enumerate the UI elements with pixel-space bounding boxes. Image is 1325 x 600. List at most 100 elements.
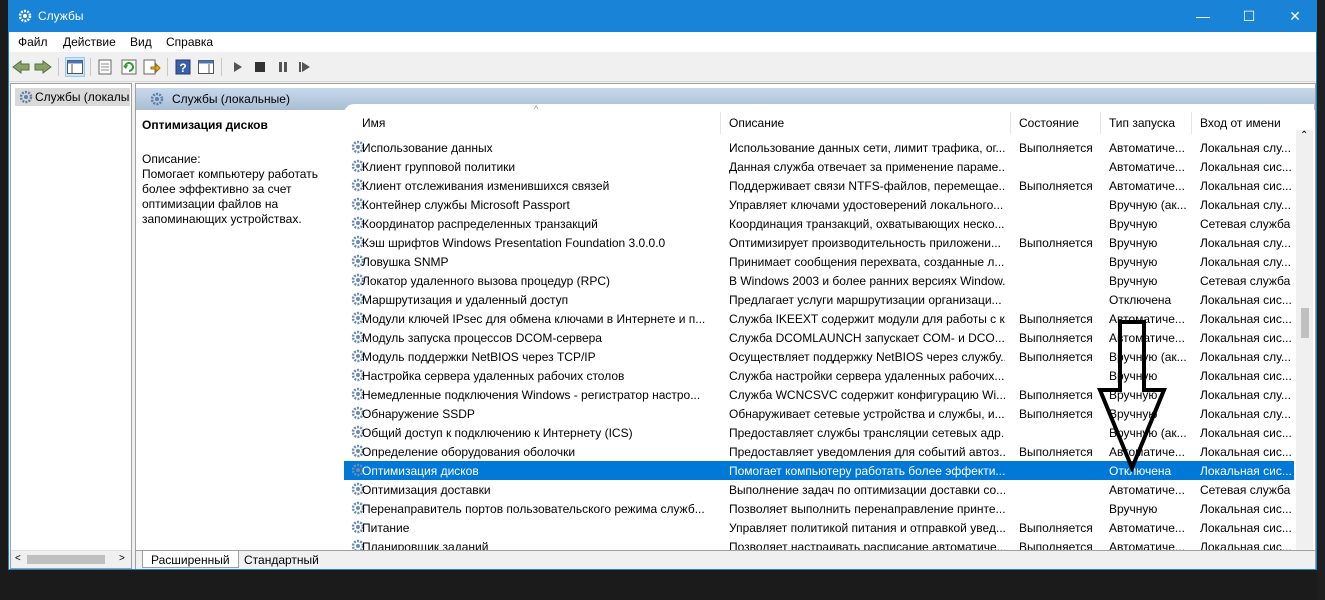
- console-tree-icon[interactable]: [65, 57, 85, 77]
- column-header-description[interactable]: Описание: [729, 116, 784, 132]
- export-list-icon[interactable]: [142, 57, 162, 77]
- service-startup-type: Отключена: [1109, 293, 1172, 307]
- service-row[interactable]: Перенаправитель портов пользовательского…: [344, 499, 1294, 518]
- service-row[interactable]: Маршрутизация и удаленный доступ Предлага…: [344, 290, 1294, 309]
- service-name: Оптимизация доставки: [362, 483, 491, 497]
- service-row[interactable]: Оптимизация доставки Выполнение задач по …: [344, 480, 1294, 499]
- gear-icon: [19, 90, 33, 104]
- stop-icon[interactable]: [250, 57, 270, 77]
- column-header-startup[interactable]: Тип запуска: [1109, 116, 1175, 132]
- service-logon: Локальная сис...: [1200, 179, 1292, 193]
- service-description: Позволяет настраивать расписание автомат…: [729, 540, 1005, 550]
- service-description: Оптимизирует производительность приложен…: [729, 236, 1001, 250]
- service-logon: Локальная слу...: [1200, 141, 1291, 155]
- menu-action[interactable]: Действие: [63, 35, 116, 49]
- service-description: Предлагает услуги маршрутизации организа…: [729, 293, 1002, 307]
- service-startup-type: Вручную: [1109, 502, 1158, 516]
- window-title: Службы: [38, 9, 84, 23]
- service-status: Выполняется: [1019, 521, 1093, 535]
- restart-icon[interactable]: [295, 57, 315, 77]
- service-row[interactable]: Клиент групповой политики Данная служба о…: [344, 157, 1294, 176]
- gear-icon: [150, 92, 164, 106]
- service-startup-type: Автоматиче...: [1109, 141, 1185, 155]
- refresh-icon[interactable]: [119, 57, 139, 77]
- scroll-thumb[interactable]: [27, 555, 105, 564]
- column-separator: [720, 112, 721, 134]
- menu-file[interactable]: Файл: [18, 35, 48, 49]
- background-strip: [1317, 0, 1325, 600]
- column-header-status[interactable]: Состояние: [1019, 116, 1079, 132]
- vertical-scrollbar[interactable]: ⌃ ⌄: [1296, 130, 1313, 550]
- show-action-pane-icon[interactable]: [196, 57, 216, 77]
- service-row[interactable]: Ловушка SNMP Принимает сообщения перехват…: [344, 252, 1294, 271]
- service-description: В Windows 2003 и более ранних версиях Wi…: [729, 274, 1005, 288]
- service-name: Перенаправитель портов пользовательского…: [362, 502, 705, 516]
- service-description: Координация транзакций, охватывающих нес…: [729, 217, 1005, 231]
- help-icon[interactable]: ?: [173, 57, 193, 77]
- back-arrow-icon[interactable]: [11, 57, 31, 77]
- service-logon: Локальная сис...: [1200, 426, 1292, 440]
- service-logon: Локальная слу...: [1200, 198, 1291, 212]
- svg-text:?: ?: [179, 61, 186, 75]
- column-header-name[interactable]: Имя: [362, 116, 385, 132]
- service-description: Предоставляет уведомления для событий ав…: [729, 445, 1005, 459]
- service-name: Планировщик заданий: [362, 540, 489, 550]
- service-startup-type: Вручную: [1109, 255, 1158, 269]
- column-separator: [1010, 112, 1011, 134]
- service-startup-type: Вручную (ак...: [1109, 198, 1187, 212]
- close-button[interactable]: ✕: [1272, 1, 1318, 32]
- scroll-thumb[interactable]: [1301, 308, 1309, 338]
- service-logon: Локальная сис...: [1200, 464, 1292, 478]
- menu-view[interactable]: Вид: [130, 35, 152, 49]
- service-row[interactable]: Питание Управляет политикой питания и отп…: [344, 518, 1294, 537]
- toolbar-separator: [90, 58, 91, 76]
- service-logon: Локальная сис...: [1200, 331, 1292, 345]
- service-name: Использование данных: [362, 141, 493, 155]
- gear-icon: [18, 9, 32, 23]
- horizontal-scrollbar[interactable]: < >: [11, 550, 131, 568]
- console-tree: Службы (локалы < >: [10, 83, 132, 569]
- tab-extended[interactable]: Расширенный: [142, 551, 239, 568]
- scroll-up-icon[interactable]: ⌃: [1300, 130, 1308, 141]
- toolbar-separator: [58, 58, 59, 76]
- pane-header-title: Службы (локальные): [172, 92, 290, 106]
- service-row[interactable]: Планировщик заданий Позволяет настраивать…: [344, 537, 1294, 550]
- tree-node-services[interactable]: Службы (локалы: [15, 88, 130, 106]
- scroll-left-icon[interactable]: <: [15, 553, 21, 564]
- sort-arrow-icon: ^: [534, 104, 539, 114]
- service-description: Поддерживает связи NTFS-файлов, перемеща…: [729, 179, 1005, 193]
- column-header-logon[interactable]: Вход от имени: [1200, 116, 1281, 132]
- service-name: Общий доступ к подключению к Интернету (…: [362, 426, 633, 440]
- service-row[interactable]: Кэш шрифтов Windows Presentation Foundat…: [344, 233, 1294, 252]
- service-status: Выполняется: [1019, 331, 1093, 345]
- title-bar[interactable]: Службы — ☐ ✕: [9, 1, 1316, 32]
- service-description: Управляет политикой питания и отправкой …: [729, 521, 1005, 535]
- view-tabs: Расширенный Стандартный: [136, 550, 1315, 569]
- description-panel: Оптимизация дисков Описание: Помогает ко…: [140, 114, 336, 548]
- properties-icon[interactable]: [95, 57, 115, 77]
- play-icon[interactable]: [228, 57, 248, 77]
- down-arrow-annotation-icon: [1097, 320, 1167, 472]
- minimize-button[interactable]: —: [1180, 1, 1226, 32]
- service-status: Выполняется: [1019, 312, 1093, 326]
- menu-bar: Файл Действие Вид Справка: [9, 32, 1316, 52]
- maximize-button[interactable]: ☐: [1226, 1, 1272, 32]
- toolbar: ?: [9, 53, 1316, 82]
- service-row[interactable]: Клиент отслеживания изменившихся связей П…: [344, 176, 1294, 195]
- service-logon: Локальная сис...: [1200, 369, 1292, 383]
- service-description: Выполнение задач по оптимизации доставки…: [729, 483, 1005, 497]
- scroll-right-icon[interactable]: >: [119, 553, 125, 564]
- tab-standard[interactable]: Стандартный: [236, 551, 327, 568]
- service-logon: Локальная слу...: [1200, 255, 1291, 269]
- service-logon: Локальная сис...: [1200, 160, 1292, 174]
- service-row[interactable]: Локатор удаленного вызова процедур (RPC)…: [344, 271, 1294, 290]
- service-row[interactable]: Координатор распределенных транзакций Коо…: [344, 214, 1294, 233]
- pause-icon[interactable]: [273, 57, 293, 77]
- service-name: Настройка сервера удаленных рабочих стол…: [362, 369, 625, 383]
- menu-help[interactable]: Справка: [166, 35, 213, 49]
- service-row[interactable]: Контейнер службы Microsoft Passport Управ…: [344, 195, 1294, 214]
- service-logon: Локальная сис...: [1200, 521, 1292, 535]
- forward-arrow-icon[interactable]: [33, 57, 53, 77]
- service-startup-type: Автоматиче...: [1109, 540, 1185, 550]
- service-row[interactable]: Использование данных Использование данных…: [344, 138, 1294, 157]
